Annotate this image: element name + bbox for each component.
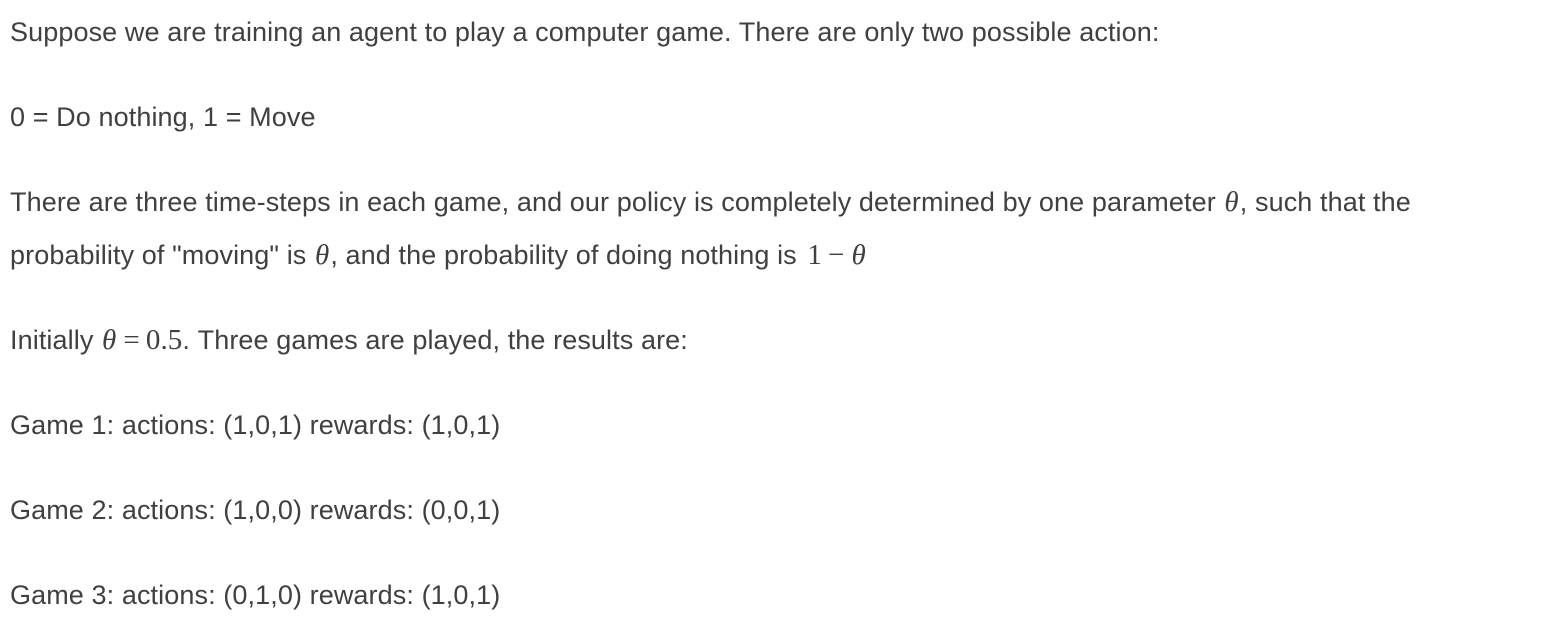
game-result-text: Game 2: actions: (1,0,0) rewards: (0,0,1… [10,495,501,525]
theta-glyph: θ [102,324,117,356]
policy-text-part-3: , and the probability of doing nothing i… [330,240,805,270]
paragraph-intro-text: Suppose we are training an agent to play… [10,17,1160,47]
theta-symbol-inline-1: θ [1223,186,1239,218]
expression-one-minus-theta: 1− θ [807,239,866,271]
paragraph-actions: 0 = Do nothing, 1 = Move [10,91,1538,144]
game-result-line-1: Game 1: actions: (1,0,1) rewards: (1,0,1… [10,399,1538,452]
theta-symbol-inline-2: θ [314,239,330,271]
paragraph-policy: There are three time-steps in each game,… [10,176,1538,282]
theta-glyph: θ [315,239,330,271]
theta-glyph: θ [1224,186,1239,218]
equals-operator: = [123,324,140,356]
theta-glyph: θ [851,239,866,271]
paragraph-initial-value: Initially θ = 0.5. Three games are played,… [10,314,1538,367]
game-result-line-3: Game 3: actions: (0,1,0) rewards: (1,0,1… [10,569,1538,622]
game-result-text: Game 1: actions: (1,0,1) rewards: (1,0,1… [10,410,501,440]
one-numeral: 1 [807,239,822,271]
game-result-text: Game 3: actions: (0,1,0) rewards: (1,0,1… [10,580,501,610]
minus-operator: − [828,239,845,271]
expression-theta-equals-half: θ = 0.5 [101,324,182,356]
policy-text-part-1: There are three time-steps in each game,… [10,187,1224,217]
document-body: Suppose we are training an agent to play… [0,0,1548,620]
game-result-line-2: Game 2: actions: (1,0,0) rewards: (0,0,1… [10,484,1538,537]
initial-text-after: . Three games are played, the results ar… [182,325,688,355]
content-column: Suppose we are training an agent to play… [10,6,1538,622]
theta-value: 0.5 [145,324,183,356]
paragraph-intro: Suppose we are training an agent to play… [10,6,1538,59]
paragraph-actions-text: 0 = Do nothing, 1 = Move [10,102,316,132]
initial-text-before: Initially [10,325,102,355]
